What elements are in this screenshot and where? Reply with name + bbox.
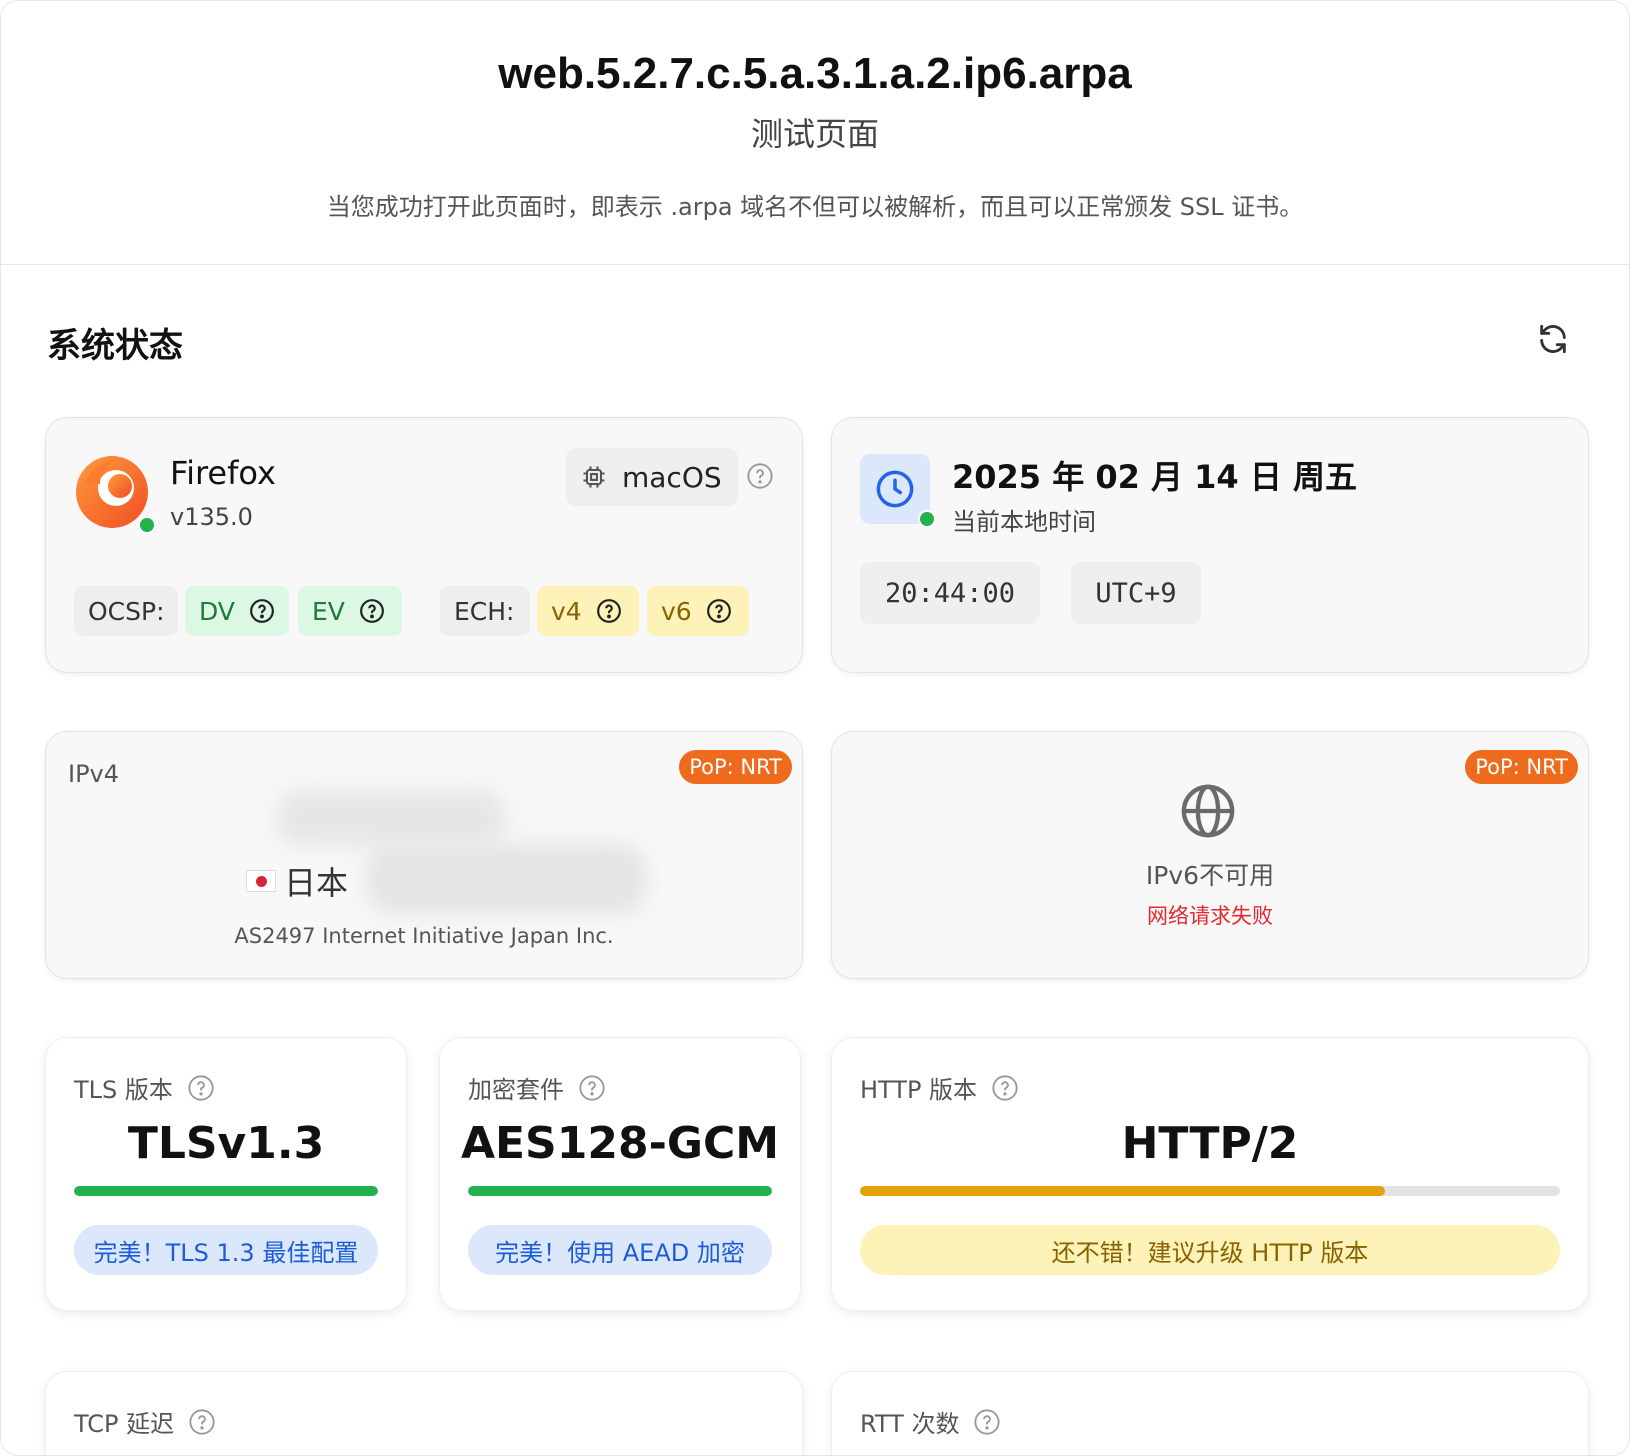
browser-version: v135.0 (170, 503, 253, 531)
clock-icon-wrap (860, 454, 936, 528)
date-subtitle: 当前本地时间 (952, 508, 1096, 536)
tls-value: TLSv1.3 (127, 1118, 325, 1169)
tls-help-icon[interactable] (187, 1074, 215, 1102)
site-header: web.5.2.7.c.5.a.3.1.a.2.ip6.arpa 测试页面 当您… (1, 1, 1629, 265)
country-name: 日本 (284, 864, 349, 902)
http-version-card: HTTP 版本 HTTP/2 还不错！建议升级 HTTP 版本 (831, 1037, 1589, 1311)
pop-badge: PoP: NRT (1465, 750, 1578, 784)
browser-card: Firefox v135.0 macOS OCSP: DV EV ECH: v4… (45, 417, 803, 673)
tls-verdict: 完美！TLS 1.3 最佳配置 (74, 1225, 378, 1275)
ocsp-label-text: OCSP: (88, 596, 165, 626)
ech-v6-text: v6 (661, 596, 692, 626)
cipher-label: 加密套件 (468, 1070, 606, 1105)
browser-name: Firefox (170, 454, 276, 492)
online-status-dot (138, 516, 156, 534)
refresh-icon (1540, 324, 1566, 354)
clock-time: 20:44:00 (860, 562, 1040, 624)
ech-v6-badge: v6 (647, 586, 749, 636)
firefox-logo (74, 454, 156, 534)
rtt-label-text: RTT 次数 (860, 1410, 960, 1438)
ech-label-text: ECH: (454, 596, 515, 626)
tcp-latency-card: TCP 延迟 (45, 1371, 803, 1455)
timezone: UTC+9 (1071, 562, 1201, 624)
http-help-icon[interactable] (991, 1074, 1019, 1102)
cipher-help-icon[interactable] (578, 1074, 606, 1102)
ocsp-ev-badge: EV (298, 586, 402, 636)
http-progress-bar (860, 1186, 1560, 1196)
ech-v6-help-icon[interactable] (706, 598, 732, 624)
http-progress-fill (860, 1186, 1385, 1196)
tls-progress-bar (74, 1186, 378, 1196)
pop-badge: PoP: NRT (679, 750, 792, 784)
cipher-label-text: 加密套件 (468, 1076, 564, 1104)
ipv6-card: PoP: NRT IPv6不可用 网络请求失败 (831, 731, 1589, 979)
clock-icon (876, 470, 914, 508)
ocsp-ev-text: EV (312, 596, 345, 626)
tcp-label: TCP 延迟 (74, 1404, 216, 1439)
tls-label: TLS 版本 (74, 1070, 215, 1105)
site-title: web.5.2.7.c.5.a.3.1.a.2.ip6.arpa (498, 49, 1132, 98)
os-name: macOS (622, 460, 722, 494)
current-date: 2025 年 02 月 14 日 周五 (952, 458, 1357, 496)
ech-label: ECH: (440, 586, 530, 636)
ech-v4-badge: v4 (537, 586, 639, 636)
ipv4-card: IPv4 PoP: NRT 日本 AS2497 Internet Initiat… (45, 731, 803, 979)
ocsp-dv-help-icon[interactable] (249, 598, 275, 624)
ipv6-error: 网络请求失败 (1147, 904, 1273, 928)
globe-icon (1181, 784, 1235, 838)
section-title: 系统状态 (47, 326, 183, 366)
refresh-button[interactable] (1531, 317, 1575, 361)
cipher-suite-card: 加密套件 AES128-GCM 完美！使用 AEAD 加密 (439, 1037, 801, 1311)
tcp-label-text: TCP 延迟 (74, 1410, 175, 1438)
rtt-count-card: RTT 次数 (831, 1371, 1589, 1455)
ipv6-status: IPv6不可用 (1145, 861, 1275, 890)
rtt-help-icon[interactable] (973, 1408, 1001, 1436)
site-subtitle: 测试页面 (750, 115, 879, 153)
redacted-location (366, 844, 646, 914)
time-card: 2025 年 02 月 14 日 周五 当前本地时间 20:44:00 UTC+… (831, 417, 1589, 673)
cipher-verdict: 完美！使用 AEAD 加密 (468, 1225, 772, 1275)
japan-flag-icon (246, 870, 276, 892)
redacted-ip-address (276, 790, 506, 846)
cpu-chip-icon (580, 463, 608, 491)
cipher-value: AES128-GCM (460, 1118, 780, 1169)
asn-info: AS2497 Internet Initiative Japan Inc. (234, 924, 614, 948)
ocsp-label: OCSP: (74, 586, 178, 636)
cipher-progress-bar (468, 1186, 772, 1196)
tls-progress-fill (74, 1186, 378, 1196)
ech-v4-text: v4 (551, 596, 582, 626)
ipv4-label: IPv4 (68, 760, 120, 788)
ocsp-ev-help-icon[interactable] (359, 598, 385, 624)
time-status-dot (918, 510, 936, 528)
cipher-progress-fill (468, 1186, 772, 1196)
ocsp-dv-text: DV (199, 596, 235, 626)
site-description: 当您成功打开此页面时，即表示 .arpa 域名不但可以被解析，而且可以正常颁发 … (326, 193, 1304, 221)
tls-version-card: TLS 版本 TLSv1.3 完美！TLS 1.3 最佳配置 (45, 1037, 407, 1311)
http-label: HTTP 版本 (860, 1070, 1019, 1105)
tcp-help-icon[interactable] (188, 1408, 216, 1436)
os-help-icon[interactable] (746, 462, 774, 490)
ocsp-dv-badge: DV (185, 586, 289, 636)
tls-label-text: TLS 版本 (74, 1076, 173, 1104)
http-verdict: 还不错！建议升级 HTTP 版本 (860, 1225, 1560, 1275)
page-frame: web.5.2.7.c.5.a.3.1.a.2.ip6.arpa 测试页面 当您… (0, 0, 1630, 1456)
ech-v4-help-icon[interactable] (596, 598, 622, 624)
rtt-label: RTT 次数 (860, 1404, 1001, 1439)
http-label-text: HTTP 版本 (860, 1076, 978, 1104)
os-chip: macOS (566, 448, 738, 506)
http-value: HTTP/2 (1121, 1118, 1299, 1169)
